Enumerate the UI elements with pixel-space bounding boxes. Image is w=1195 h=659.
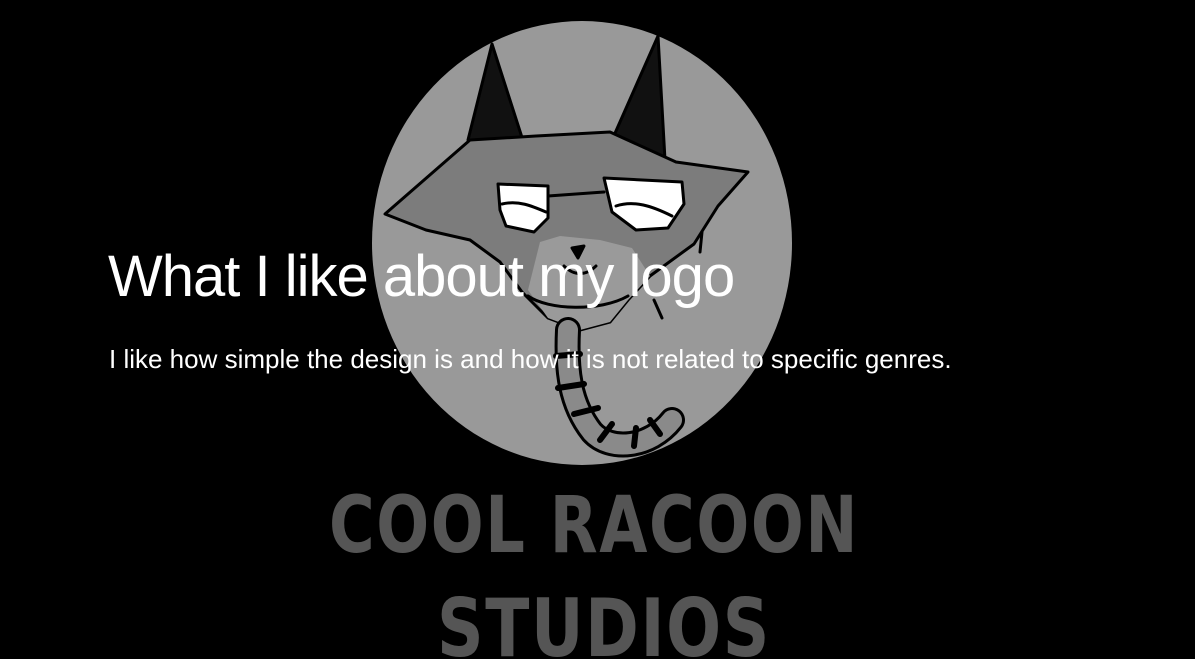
logo-text-line2: STUDIOS (437, 582, 771, 659)
cool-racoon-logo: COOL RACOON STUDIOS (329, 21, 859, 659)
slide-title: What I like about my logo (108, 244, 735, 309)
logo-text-line1: COOL RACOON (329, 481, 859, 571)
slide-body-text: I like how simple the design is and how … (109, 344, 952, 374)
slide: COOL RACOON STUDIOS What I like about my… (0, 0, 1195, 659)
